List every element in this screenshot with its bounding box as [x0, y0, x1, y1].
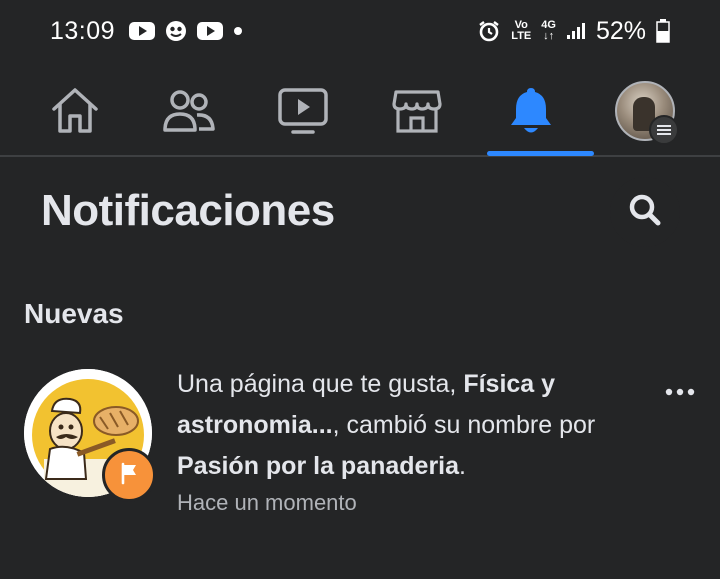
notif-text-3: . [459, 452, 466, 480]
signal-icon [566, 22, 586, 40]
mascot-icon [165, 20, 187, 42]
data-arrows-icon: ↓↑ [543, 30, 555, 42]
watch-icon [277, 87, 329, 135]
notification-item[interactable]: Una página que te gusta, Física y astron… [0, 358, 720, 518]
status-bar: 13:09 Vo LTE 4G ↓↑ 52% [0, 0, 720, 62]
nav-watch[interactable] [258, 66, 348, 156]
youtube-icon [129, 21, 156, 41]
page-badge [102, 448, 156, 502]
notif-new-page-name: Pasión por la panaderia [177, 452, 460, 480]
marketplace-icon [391, 87, 443, 135]
nav-friends[interactable] [144, 66, 234, 156]
search-icon [627, 192, 663, 233]
more-options-button[interactable] [660, 372, 700, 402]
hamburger-icon [657, 124, 671, 136]
volte-bottom: LTE [511, 30, 532, 42]
flag-icon [117, 461, 141, 490]
active-tab-indicator [487, 151, 594, 156]
nav-bar [0, 66, 720, 156]
home-icon [49, 86, 101, 136]
battery-icon [656, 19, 670, 43]
nav-home[interactable] [30, 66, 120, 156]
menu-badge [649, 115, 679, 145]
status-time: 13:09 [50, 16, 116, 45]
notification-text: Una página que te gusta, Física y astron… [177, 364, 637, 487]
youtube-icon [197, 21, 224, 41]
volte-indicator: Vo LTE [511, 20, 531, 42]
notif-text-1: Una página que te gusta, [177, 370, 464, 398]
notif-text-2: , cambió su nombre por [332, 411, 596, 439]
notification-time: Hace un momento [177, 490, 357, 515]
nav-menu[interactable] [600, 66, 690, 156]
notification-dot-icon [233, 26, 243, 36]
network-indicator: 4G ↓↑ [541, 20, 556, 42]
status-left: 13:09 [50, 17, 243, 46]
alarm-icon [477, 19, 501, 43]
section-heading: Nuevas [24, 298, 124, 329]
more-icon [665, 371, 695, 403]
page-title: Notificaciones [41, 186, 335, 235]
nav-marketplace[interactable] [372, 66, 462, 156]
nav-divider [0, 155, 720, 157]
search-button[interactable] [610, 177, 680, 247]
battery-percent: 52% [595, 16, 646, 45]
status-right: Vo LTE 4G ↓↑ 52% [477, 17, 670, 46]
nav-notifications[interactable] [486, 66, 576, 156]
bell-icon [507, 85, 555, 137]
friends-icon [161, 88, 217, 134]
profile-avatar [615, 81, 679, 145]
